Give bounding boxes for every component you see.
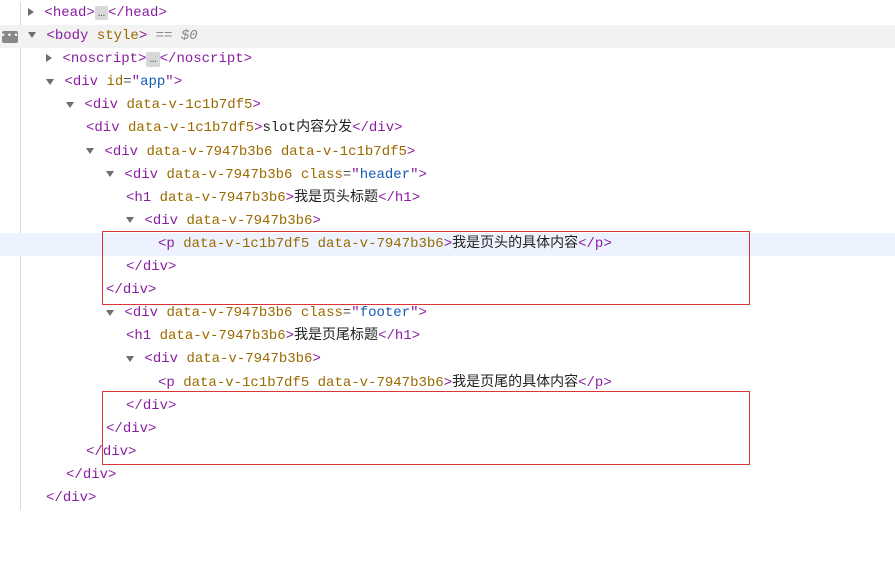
node-close[interactable]: </div> xyxy=(0,395,895,418)
collapse-icon[interactable] xyxy=(126,356,134,362)
tag-name: body xyxy=(55,28,89,44)
ellipsis-icon[interactable]: … xyxy=(95,6,108,20)
text-content: 我是页头的具体内容 xyxy=(452,236,578,252)
expand-icon[interactable] xyxy=(46,54,52,62)
node-close[interactable]: </div> xyxy=(0,441,895,464)
node-body[interactable]: <body style> == $0 xyxy=(0,25,895,48)
collapse-icon[interactable] xyxy=(126,217,134,223)
node-noscript[interactable]: <noscript>…</noscript> xyxy=(0,48,895,71)
node-component[interactable]: <div data-v-7947b3b6 data-v-1c1b7df5> xyxy=(0,141,895,164)
collapse-icon[interactable] xyxy=(86,148,94,154)
text-content: 我是页头标题 xyxy=(294,190,378,206)
node-header[interactable]: <div data-v-7947b3b6 class="header"> xyxy=(0,164,895,187)
node-footer-inner[interactable]: <div data-v-7947b3b6> xyxy=(0,348,895,371)
dom-tree[interactable]: <head>…</head> <body style> == $0 <noscr… xyxy=(0,2,895,510)
collapse-icon[interactable] xyxy=(106,171,114,177)
node-close[interactable]: </div> xyxy=(0,464,895,487)
tag-name: head xyxy=(53,5,87,21)
selection-marker: == $0 xyxy=(156,28,198,44)
breakpoint-icon[interactable] xyxy=(2,31,18,43)
text-content: 我是页尾标题 xyxy=(294,328,378,344)
text-content: slot内容分发 xyxy=(262,120,352,136)
node-app[interactable]: <div id="app"> xyxy=(0,71,895,94)
node-footer[interactable]: <div data-v-7947b3b6 class="footer"> xyxy=(0,302,895,325)
node-header-inner[interactable]: <div data-v-7947b3b6> xyxy=(0,210,895,233)
node-h1-footer[interactable]: <h1 data-v-7947b3b6>我是页尾标题</h1> xyxy=(0,325,895,348)
ellipsis-icon[interactable]: … xyxy=(146,52,159,66)
node-close[interactable]: </div> xyxy=(0,279,895,302)
text-content: 我是页尾的具体内容 xyxy=(452,375,578,391)
node-close[interactable]: </div> xyxy=(0,487,895,510)
node-h1-header[interactable]: <h1 data-v-7947b3b6>我是页头标题</h1> xyxy=(0,187,895,210)
node-close[interactable]: </div> xyxy=(0,418,895,441)
node-outer[interactable]: <div data-v-1c1b7df5> xyxy=(0,94,895,117)
node-p-header[interactable]: <p data-v-1c1b7df5 data-v-7947b3b6>我是页头的… xyxy=(0,233,895,256)
node-close[interactable]: </div> xyxy=(0,256,895,279)
node-slot-text[interactable]: <div data-v-1c1b7df5>slot内容分发</div> xyxy=(0,117,895,140)
expand-icon[interactable] xyxy=(28,8,34,16)
collapse-icon[interactable] xyxy=(66,102,74,108)
node-p-footer[interactable]: <p data-v-1c1b7df5 data-v-7947b3b6>我是页尾的… xyxy=(0,372,895,395)
collapse-icon[interactable] xyxy=(46,79,54,85)
collapse-icon[interactable] xyxy=(106,310,114,316)
collapse-icon[interactable] xyxy=(28,32,36,38)
node-head[interactable]: <head>…</head> xyxy=(0,2,895,25)
